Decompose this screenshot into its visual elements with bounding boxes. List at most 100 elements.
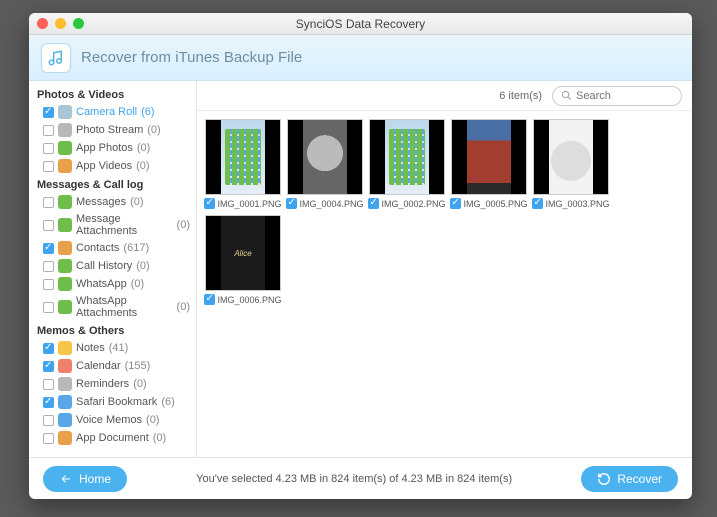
thumbnail-filename: IMG_0001.PNG	[217, 199, 281, 209]
maximize-button[interactable]	[73, 18, 84, 29]
item-count-label: 6 item(s)	[499, 90, 542, 102]
sidebar-item-messages[interactable]: Messages(0)	[29, 193, 196, 211]
sidebar-item-camera-roll[interactable]: Camera Roll(6)	[29, 103, 196, 121]
sidebar-item-label: App Photos	[76, 142, 133, 154]
sidebar-item-app-document[interactable]: App Document (0)	[29, 429, 196, 447]
sidebar-item-photo-stream[interactable]: Photo Stream(0)	[29, 121, 196, 139]
thumbnail-image	[385, 119, 429, 195]
sidebar-item-count: (0)	[137, 142, 150, 154]
sidebar-item-label: Voice Memos	[76, 414, 142, 426]
sidebar-item-label: App Document	[76, 432, 149, 444]
thumbnail-filename: IMG_0002.PNG	[381, 199, 445, 209]
sidebar-item-call-history[interactable]: Call History(0)	[29, 257, 196, 275]
voice-icon	[58, 413, 72, 427]
thumbnail[interactable]: IMG_0002.PNG	[369, 119, 445, 209]
minimize-button[interactable]	[55, 18, 66, 29]
checkbox[interactable]	[43, 125, 54, 136]
thumbnail-filename: IMG_0005.PNG	[463, 199, 527, 209]
sidebar-item-app-videos[interactable]: App Videos(0)	[29, 157, 196, 175]
sidebar-item-notes[interactable]: Notes (41)	[29, 339, 196, 357]
checkbox[interactable]	[43, 107, 54, 118]
sidebar-item-label: Notes	[76, 342, 105, 354]
checkbox[interactable]	[43, 343, 54, 354]
music-note-icon	[41, 43, 71, 73]
whatsapp-icon	[58, 277, 72, 291]
sidebar-item-label: WhatsApp	[76, 278, 127, 290]
checkbox[interactable]	[368, 198, 379, 209]
titlebar: SynciOS Data Recovery	[29, 13, 692, 35]
sidebar-item-count: (41)	[109, 342, 129, 354]
sidebar-item-contacts[interactable]: Contacts(617)	[29, 239, 196, 257]
sidebar-item-calendar[interactable]: Calendar(155)	[29, 357, 196, 375]
page-title: Recover from iTunes Backup File	[81, 49, 302, 66]
close-button[interactable]	[37, 18, 48, 29]
thumbnail[interactable]: IMG_0004.PNG	[287, 119, 363, 209]
checkbox[interactable]	[43, 279, 54, 290]
sidebar-item-count: (0)	[136, 260, 149, 272]
sidebar-item-count: (0)	[153, 432, 166, 444]
checkbox[interactable]	[43, 197, 54, 208]
sidebar-item-whatsapp-attachments[interactable]: WhatsApp Attachments(0)	[29, 293, 196, 321]
checkbox[interactable]	[43, 433, 54, 444]
checkbox[interactable]	[43, 379, 54, 390]
home-button[interactable]: Home	[43, 466, 127, 492]
body: Photos & VideosCamera Roll(6)Photo Strea…	[29, 81, 692, 457]
checkbox[interactable]	[43, 220, 54, 231]
thumbnail[interactable]: IMG_0005.PNG	[451, 119, 527, 209]
checkbox[interactable]	[286, 198, 297, 209]
recover-button[interactable]: Recover	[581, 466, 678, 492]
thumbnail-filename: IMG_0003.PNG	[545, 199, 609, 209]
search-icon	[561, 90, 572, 101]
thumbnail-frame	[451, 119, 527, 195]
thumbnail-image	[303, 119, 347, 195]
sidebar-item-label: Message Attachments	[76, 213, 173, 237]
sidebar-item-count: (0)	[177, 301, 190, 313]
checkbox[interactable]	[532, 198, 543, 209]
thumbnail-frame	[533, 119, 609, 195]
sidebar-item-app-photos[interactable]: App Photos (0)	[29, 139, 196, 157]
thumbnail-caption: IMG_0003.PNG	[533, 198, 609, 209]
calendar-icon	[58, 359, 72, 373]
checkbox[interactable]	[43, 143, 54, 154]
thumbnail-caption: IMG_0006.PNG	[205, 294, 281, 305]
whatsatt-icon	[58, 300, 72, 314]
sidebar-item-reminders[interactable]: Reminders(0)	[29, 375, 196, 393]
search-box[interactable]	[552, 86, 682, 106]
callhist-icon	[58, 259, 72, 273]
sidebar-item-label: App Videos	[76, 160, 132, 172]
thumbnail-frame	[205, 119, 281, 195]
checkbox[interactable]	[43, 161, 54, 172]
checkbox[interactable]	[43, 261, 54, 272]
contacts-icon	[58, 241, 72, 255]
checkbox[interactable]	[450, 198, 461, 209]
sidebar-item-count: (0)	[177, 219, 190, 231]
reminders-icon	[58, 377, 72, 391]
thumbnail-filename: IMG_0004.PNG	[299, 199, 363, 209]
checkbox[interactable]	[43, 243, 54, 254]
sidebar-item-count: (617)	[123, 242, 149, 254]
thumbnail-grid: IMG_0001.PNG IMG_0004.PNG IMG_0002.PNG IMG_…	[197, 111, 692, 457]
sidebar-item-voice-memos[interactable]: Voice Memos(0)	[29, 411, 196, 429]
checkbox[interactable]	[43, 415, 54, 426]
checkbox[interactable]	[43, 397, 54, 408]
sidebar[interactable]: Photos & VideosCamera Roll(6)Photo Strea…	[29, 81, 197, 457]
sidebar-item-whatsapp[interactable]: WhatsApp (0)	[29, 275, 196, 293]
checkbox[interactable]	[43, 361, 54, 372]
thumbnail-filename: IMG_0006.PNG	[217, 295, 281, 305]
thumbnail-image	[467, 119, 511, 195]
thumbnail[interactable]: Alice IMG_0006.PNG	[205, 215, 281, 305]
thumbnail[interactable]: IMG_0003.PNG	[533, 119, 609, 209]
status-text: You've selected 4.23 MB in 824 item(s) o…	[137, 473, 571, 485]
checkbox[interactable]	[204, 294, 215, 305]
checkbox[interactable]	[204, 198, 215, 209]
thumbnail[interactable]: IMG_0001.PNG	[205, 119, 281, 209]
msgatt-icon	[58, 218, 72, 232]
window-title: SynciOS Data Recovery	[29, 17, 692, 31]
sidebar-item-safari-bookmark[interactable]: Safari Bookmark(6)	[29, 393, 196, 411]
checkbox[interactable]	[43, 302, 54, 313]
search-input[interactable]	[576, 90, 692, 102]
thumbnail-frame: Alice	[205, 215, 281, 291]
thumbnail-image	[221, 119, 265, 195]
sidebar-item-count: (0)	[131, 278, 144, 290]
sidebar-item-message-attachments[interactable]: Message Attachments (0)	[29, 211, 196, 239]
